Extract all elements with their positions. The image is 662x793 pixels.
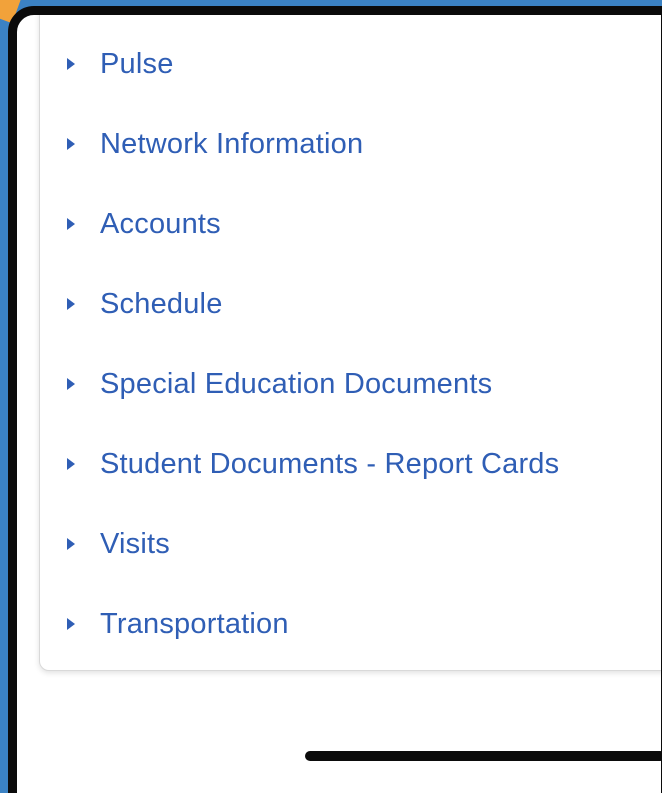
caret-right-icon [67,378,75,390]
menu-item-visits[interactable]: Visits [40,514,660,574]
menu-item-pulse[interactable]: Pulse [40,34,660,94]
caret-right-icon [67,138,75,150]
phone-screen: Pulse Network Information Accounts Sched… [8,6,662,793]
menu-item-label: Transportation [100,607,289,640]
menu-item-network-information[interactable]: Network Information [40,114,660,174]
caret-right-icon [67,458,75,470]
menu-card: Pulse Network Information Accounts Sched… [39,15,661,671]
menu-item-label: Special Education Documents [100,367,493,400]
caret-right-icon [67,618,75,630]
menu-item-accounts[interactable]: Accounts [40,194,660,254]
menu-item-student-documents-report-cards[interactable]: Student Documents - Report Cards [40,434,660,494]
menu-item-label: Pulse [100,47,174,80]
home-indicator[interactable] [305,751,662,761]
menu-item-label: Schedule [100,287,223,320]
menu-item-label: Visits [100,527,170,560]
menu-item-schedule[interactable]: Schedule [40,274,660,334]
caret-right-icon [67,218,75,230]
device-frame: Pulse Network Information Accounts Sched… [0,0,662,793]
caret-right-icon [67,298,75,310]
menu-item-label: Accounts [100,207,221,240]
caret-right-icon [67,538,75,550]
menu-item-label: Student Documents - Report Cards [100,447,560,480]
menu-item-special-education-documents[interactable]: Special Education Documents [40,354,660,414]
caret-right-icon [67,58,75,70]
menu-item-transportation[interactable]: Transportation [40,594,660,654]
menu-item-label: Network Information [100,127,364,160]
